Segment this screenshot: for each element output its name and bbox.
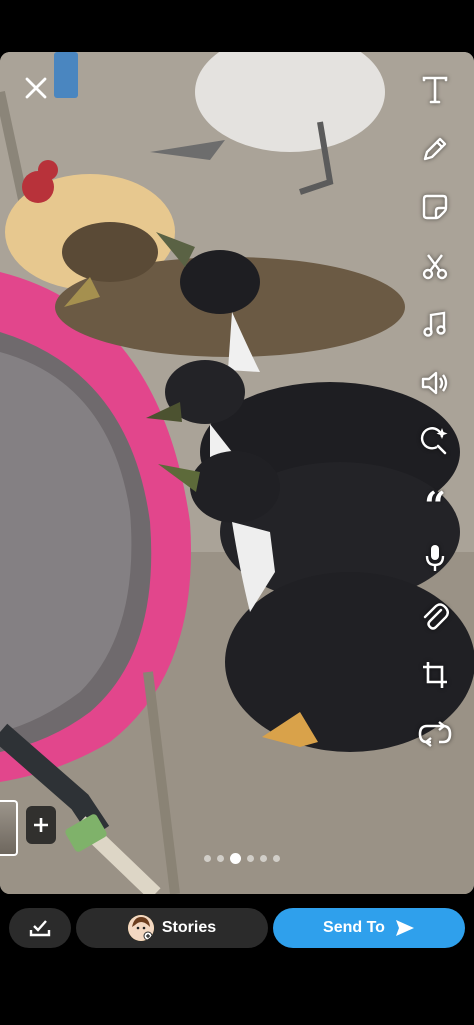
sticker-tool-button[interactable] (413, 185, 457, 229)
send-arrow-icon (395, 920, 414, 936)
download-check-icon (29, 920, 51, 937)
caption-tool-button[interactable]: “ (413, 478, 457, 528)
plus-icon (34, 818, 48, 832)
music-tool-button[interactable] (413, 302, 457, 346)
add-snap-button[interactable] (26, 806, 56, 844)
save-button[interactable] (9, 908, 71, 948)
page-dot[interactable] (217, 854, 224, 862)
close-icon (25, 77, 47, 99)
sticker-icon (422, 194, 448, 220)
sparkle-search-icon (420, 427, 448, 455)
microphone-icon (425, 545, 445, 571)
page-dot[interactable] (273, 854, 280, 862)
snap-thumbnail[interactable] (0, 800, 18, 856)
close-button[interactable] (18, 70, 54, 106)
page-dot[interactable] (204, 854, 211, 862)
text-tool-button[interactable] (413, 68, 457, 112)
page-dot[interactable] (247, 854, 254, 862)
scissors-tool-button[interactable] (413, 244, 457, 288)
lens-tool-button[interactable] (413, 419, 457, 463)
loop-icon (418, 720, 452, 747)
quote-icon: “ (424, 482, 446, 528)
bottom-action-bar: Stories Send To (0, 894, 474, 1025)
crop-icon (423, 662, 447, 688)
text-icon (422, 76, 448, 104)
captured-photo (0, 52, 474, 894)
photo-illustration (0, 52, 474, 894)
crop-tool-button[interactable] (413, 653, 457, 697)
pencil-icon (423, 137, 447, 160)
loop-tool-button[interactable] (413, 712, 457, 756)
attach-tool-button[interactable] (413, 595, 457, 639)
stories-label: Stories (161, 919, 217, 936)
send-to-label: Send To (323, 919, 385, 936)
draw-tool-button[interactable] (413, 127, 457, 171)
speaker-icon (421, 371, 448, 394)
avatar (127, 915, 154, 941)
music-note-icon (423, 311, 446, 337)
editing-toolbar: “ (410, 68, 460, 770)
bitmoji-icon (127, 915, 154, 941)
sound-tool-button[interactable] (413, 361, 457, 405)
send-to-button[interactable]: Send To (273, 908, 465, 948)
page-indicator (204, 852, 286, 864)
scissors-icon (422, 253, 448, 279)
voice-tool-button[interactable] (413, 536, 457, 580)
page-dot[interactable] (260, 854, 267, 862)
paperclip-icon (423, 602, 449, 630)
page-dot[interactable] (230, 852, 241, 864)
my-story-button[interactable]: Stories (76, 908, 268, 948)
